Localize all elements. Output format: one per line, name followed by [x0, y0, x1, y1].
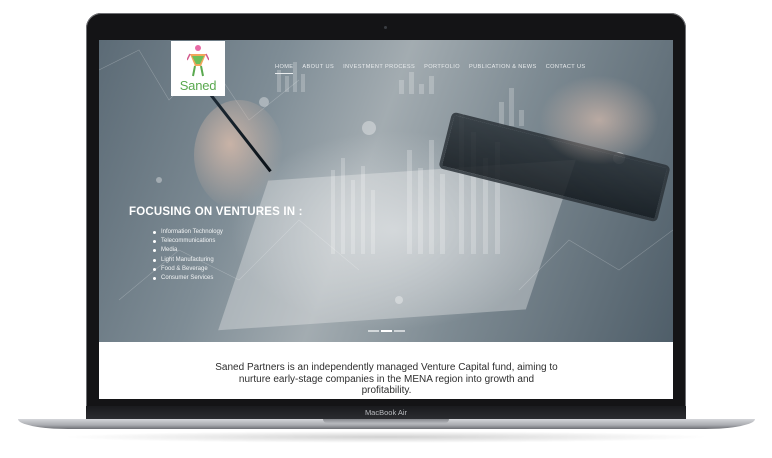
nav-publication-news[interactable]: PUBLICATION & NEWS — [469, 64, 537, 74]
sector-item: Consumer Services — [153, 274, 223, 283]
device-label: MacBook Air — [364, 408, 408, 417]
slide-dot-2[interactable] — [381, 330, 392, 332]
hero-hand-right — [539, 75, 659, 165]
slider-pagination — [368, 330, 405, 332]
sector-item: Information Technology — [153, 228, 223, 237]
camera-icon — [384, 26, 387, 29]
logo-text: Saned — [179, 78, 217, 93]
sector-item: Media — [153, 246, 223, 255]
nav-about-us[interactable]: ABOUT US — [302, 64, 334, 74]
sector-item: Food & Beverage — [153, 265, 223, 274]
laptop-mockup: Saned HOME ABOUT US INVESTMENT PROCESS P… — [0, 0, 772, 458]
sector-item: Light Manufacturing — [153, 256, 223, 265]
slide-dot-3[interactable] — [394, 330, 405, 332]
hero-banner: Saned HOME ABOUT US INVESTMENT PROCESS P… — [99, 40, 673, 342]
hero-title: FOCUSING ON VENTURES IN : — [129, 206, 303, 218]
intro-section: Saned Partners is an independently manag… — [99, 342, 673, 399]
sector-list: Information Technology Telecommunication… — [153, 228, 223, 283]
intro-text: Saned Partners is an independently manag… — [215, 362, 558, 397]
main-nav: HOME ABOUT US INVESTMENT PROCESS PORTFOL… — [275, 64, 586, 74]
nav-contact-us[interactable]: CONTACT US — [546, 64, 586, 74]
nav-home[interactable]: HOME — [275, 64, 294, 74]
hero-hand-left — [194, 100, 284, 210]
sector-item: Telecommunications — [153, 237, 223, 246]
laptop-shadow — [60, 431, 712, 443]
slide-dot-1[interactable] — [368, 330, 379, 332]
nav-portfolio[interactable]: PORTFOLIO — [424, 64, 460, 74]
nav-investment-process[interactable]: INVESTMENT PROCESS — [343, 64, 415, 74]
laptop-screen: Saned HOME ABOUT US INVESTMENT PROCESS P… — [99, 40, 673, 399]
logo-figure-icon — [187, 45, 209, 77]
laptop-notch — [323, 419, 449, 423]
site-logo[interactable]: Saned — [171, 41, 225, 96]
